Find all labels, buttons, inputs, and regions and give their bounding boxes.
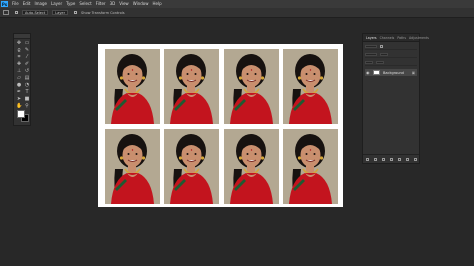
passport-photo	[283, 49, 338, 124]
filter-icon[interactable]	[380, 44, 383, 48]
transform-controls-label: Show Transform Controls	[81, 10, 125, 15]
move-icon[interactable]: ✥	[16, 40, 22, 46]
tab-adjustments[interactable]: Adjustments	[409, 36, 429, 40]
healing-icon[interactable]: ✚	[16, 61, 22, 67]
passport-photo	[283, 129, 338, 204]
menu-select[interactable]: Select	[79, 0, 91, 8]
move-tool-icon[interactable]	[3, 10, 9, 15]
auto-select-checkbox[interactable]	[15, 11, 18, 14]
dodge-icon[interactable]: ◔	[24, 82, 30, 88]
lock-row	[365, 59, 417, 66]
passport-photo	[105, 129, 160, 204]
zoom-icon[interactable]: ⚲	[24, 103, 30, 109]
tools-panel: ✥ ▭ ϱ ✎ ⌗ ⁄ ✚ ✐ ⊥ ↺ ▱ ▤ ● ◔ ✒ T ➤ ■ ✋ ⚲	[13, 33, 31, 126]
new-layer-icon[interactable]	[405, 157, 409, 161]
quick-select-icon[interactable]: ✎	[24, 47, 30, 53]
passport-photo	[105, 49, 160, 124]
lock-icon: ▣	[411, 70, 415, 75]
delete-layer-icon[interactable]	[413, 157, 417, 161]
menu-layer[interactable]: Layer	[51, 0, 62, 8]
tab-channels[interactable]: Channels	[380, 36, 395, 40]
link-layers-icon[interactable]	[365, 157, 369, 161]
layers-panel-footer	[363, 154, 419, 163]
options-bar: Auto-Select Layer Show Transform Control…	[0, 8, 474, 18]
layer-mask-icon[interactable]	[381, 157, 385, 161]
menu-file[interactable]: File	[12, 0, 19, 8]
menu-view[interactable]: View	[119, 0, 129, 8]
layers-panel-tabs: Layers Channels Paths Adjustments	[363, 34, 429, 42]
auto-select-field[interactable]: Auto-Select	[22, 10, 49, 15]
blend-mode-dropdown[interactable]	[365, 52, 377, 56]
blur-icon[interactable]: ●	[16, 82, 22, 88]
pen-icon[interactable]: ✒	[16, 89, 22, 95]
stamp-icon[interactable]: ⊥	[16, 68, 22, 74]
menu-window[interactable]: Window	[133, 0, 149, 8]
eyedropper-icon[interactable]: ⁄	[24, 54, 30, 60]
group-icon[interactable]	[397, 157, 401, 161]
menu-edit[interactable]: Edit	[23, 0, 31, 8]
menu-bar: Ps File Edit Image Layer Type Select Fil…	[0, 0, 474, 8]
layer-thumbnail	[373, 70, 380, 75]
blend-mode-row	[365, 51, 417, 58]
lock-options[interactable]	[365, 60, 373, 64]
marquee-icon[interactable]: ▭	[24, 40, 30, 46]
visibility-eye-icon[interactable]: ◉	[366, 70, 371, 75]
document-canvas[interactable]	[98, 44, 343, 207]
layer-filter-row	[365, 43, 417, 50]
layer-style-icon[interactable]	[373, 157, 377, 161]
opacity-field[interactable]	[380, 52, 388, 56]
layer-kind-dropdown[interactable]	[365, 44, 377, 48]
shape-icon[interactable]: ■	[24, 96, 30, 102]
tab-paths[interactable]: Paths	[397, 36, 406, 40]
passport-photo	[164, 129, 219, 204]
passport-photo	[224, 49, 279, 124]
history-brush-icon[interactable]: ↺	[24, 68, 30, 74]
menu-type[interactable]: Type	[66, 0, 75, 8]
tab-layers[interactable]: Layers	[366, 36, 377, 40]
menu-image[interactable]: Image	[34, 0, 47, 8]
gradient-icon[interactable]: ▤	[24, 75, 30, 81]
photoshop-logo: Ps	[1, 1, 8, 7]
layer-row-background[interactable]: ◉ Background ▣	[365, 69, 417, 76]
tools-panel-grip[interactable]	[14, 34, 30, 39]
path-select-icon[interactable]: ➤	[16, 96, 22, 102]
transform-controls-checkbox[interactable]	[74, 11, 78, 14]
crop-icon[interactable]: ⌗	[16, 54, 22, 60]
passport-photo	[224, 129, 279, 204]
menu-filter[interactable]: Filter	[96, 0, 106, 8]
foreground-color-swatch[interactable]	[17, 110, 25, 118]
lasso-icon[interactable]: ϱ	[16, 47, 22, 53]
fill-field[interactable]	[376, 60, 384, 64]
layers-panel: Layers Channels Paths Adjustments ◉ Back…	[362, 33, 429, 164]
brush-icon[interactable]: ✐	[24, 61, 30, 67]
hand-icon[interactable]: ✋	[16, 103, 22, 109]
menu-3d[interactable]: 3D	[110, 0, 116, 8]
type-icon[interactable]: T	[24, 89, 30, 95]
layer-name: Background	[383, 70, 404, 75]
eraser-icon[interactable]: ▱	[16, 75, 22, 81]
layer-select-dropdown[interactable]: Layer	[52, 10, 69, 15]
passport-photo	[164, 49, 219, 124]
adjustment-layer-icon[interactable]	[389, 157, 393, 161]
menu-help[interactable]: Help	[152, 0, 161, 8]
